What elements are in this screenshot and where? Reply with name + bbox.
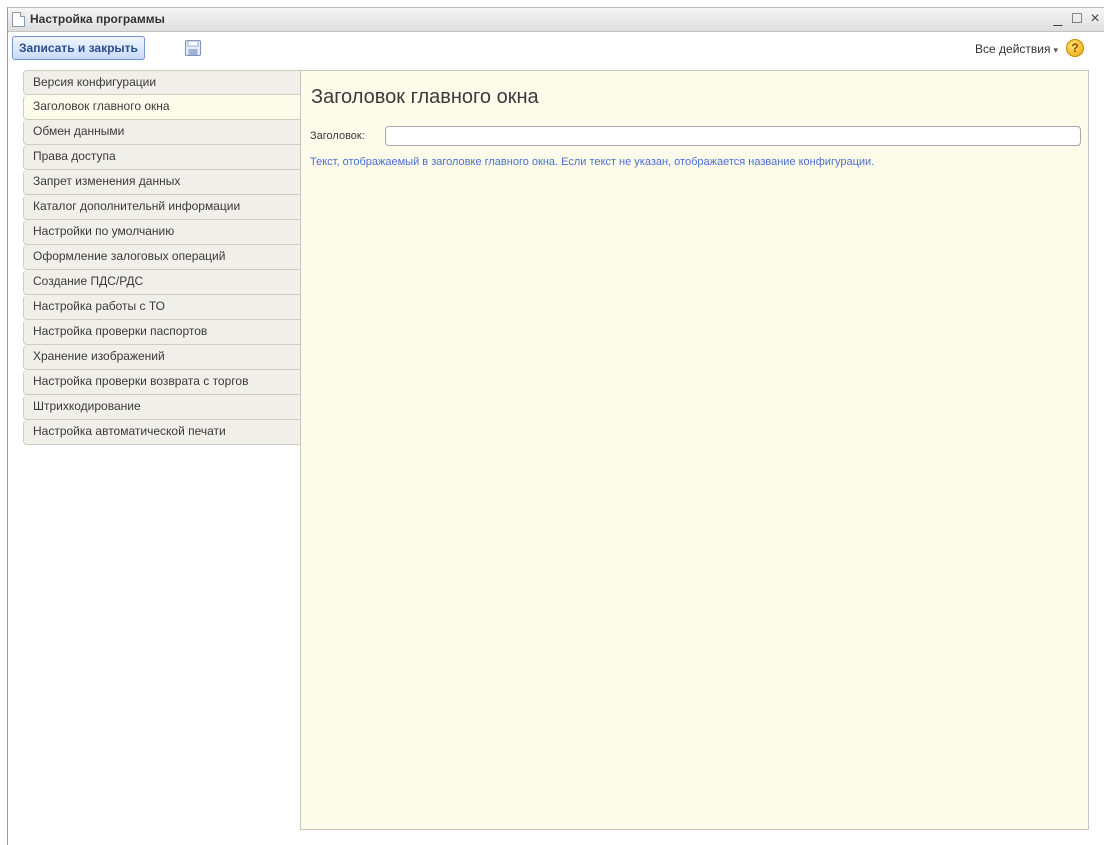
- document-icon: [12, 12, 25, 27]
- sidebar-item[interactable]: Запрет изменения данных: [23, 170, 301, 195]
- sidebar-item[interactable]: Настройки по умолчанию: [23, 220, 301, 245]
- sidebar-item[interactable]: Настройка работы с ТО: [23, 295, 301, 320]
- all-actions-label: Все действия: [975, 42, 1051, 56]
- settings-panel: Заголовок главного окна Заголовок: Текст…: [300, 70, 1089, 830]
- close-button[interactable]: ×: [1087, 10, 1103, 28]
- command-bar: Записать и закрыть Все действия ▾ ?: [8, 33, 1104, 65]
- sidebar-item[interactable]: Каталог дополнительнй информации: [23, 195, 301, 220]
- minimize-button[interactable]: _: [1050, 10, 1066, 28]
- floppy-disk-icon[interactable]: [184, 39, 202, 57]
- title-bar[interactable]: Настройка программы _ □ ×: [8, 8, 1104, 32]
- caption-hint: Текст, отображаемый в заголовке главного…: [310, 156, 875, 168]
- sidebar-item[interactable]: Обмен данными: [23, 120, 301, 145]
- sidebar-item[interactable]: Настройка автоматической печати: [23, 420, 301, 445]
- sidebar-item[interactable]: Оформление залоговых операций: [23, 245, 301, 270]
- sidebar-item[interactable]: Настройка проверки возврата с торгов: [23, 370, 301, 395]
- sidebar-item[interactable]: Штрихкодирование: [23, 395, 301, 420]
- page-title: Заголовок главного окна: [311, 86, 539, 108]
- sidebar-item[interactable]: Создание ПДС/РДС: [23, 270, 301, 295]
- sidebar-item[interactable]: Заголовок главного окна: [23, 95, 301, 120]
- sidebar-item[interactable]: Настройка проверки паспортов: [23, 320, 301, 345]
- settings-window: Настройка программы _ □ × Записать и зак…: [7, 7, 1104, 845]
- save-and-close-button[interactable]: Записать и закрыть: [12, 36, 145, 60]
- caption-input[interactable]: [385, 126, 1081, 146]
- chevron-down-icon: ▾: [1053, 45, 1058, 55]
- settings-sections-list: Версия конфигурации Заголовок главного ок…: [23, 70, 301, 445]
- maximize-button[interactable]: □: [1069, 10, 1085, 28]
- sidebar-item[interactable]: Версия конфигурации: [23, 70, 301, 95]
- all-actions-menu[interactable]: Все действия ▾: [975, 42, 1058, 56]
- sidebar-item[interactable]: Права доступа: [23, 145, 301, 170]
- caption-field-label: Заголовок:: [310, 130, 365, 142]
- window-title: Настройка программы: [30, 12, 165, 26]
- help-icon[interactable]: ?: [1066, 39, 1084, 57]
- sidebar-item[interactable]: Хранение изображений: [23, 345, 301, 370]
